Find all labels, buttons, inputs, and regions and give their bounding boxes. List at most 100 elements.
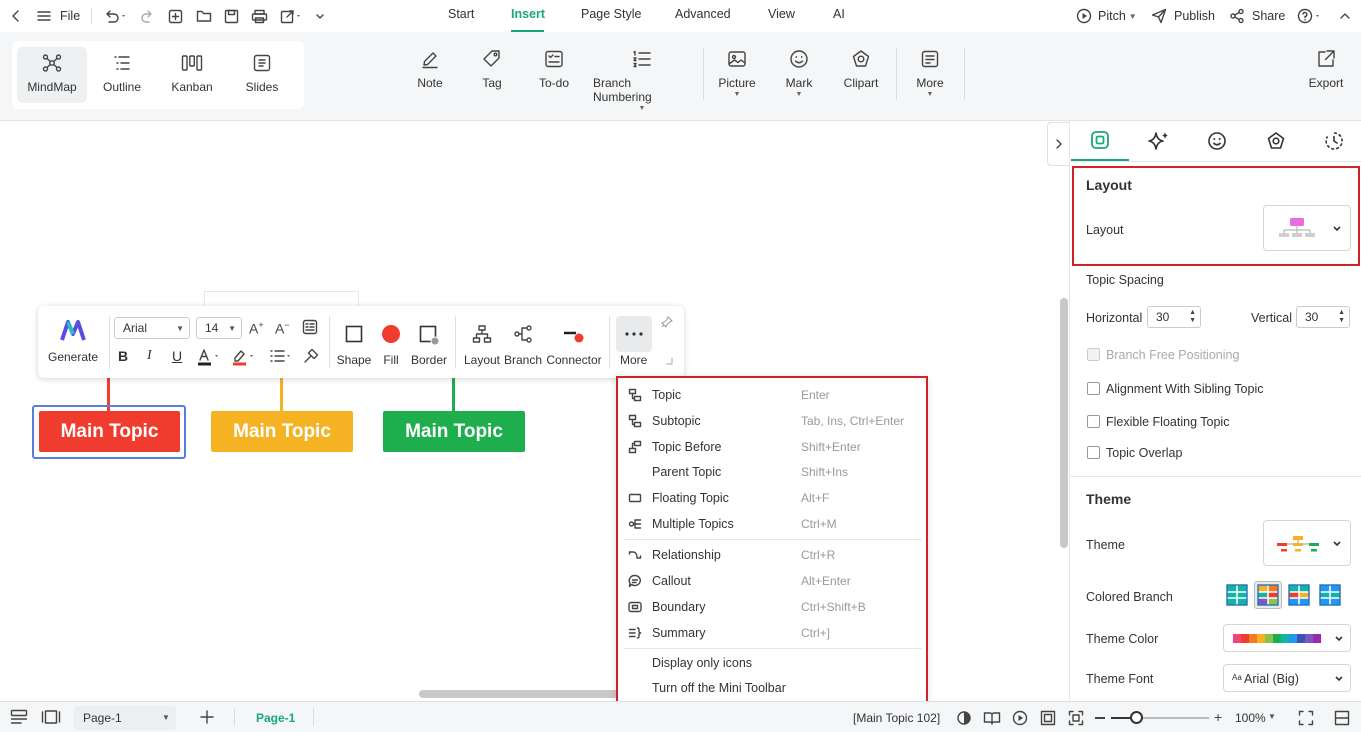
save-icon[interactable] [224,0,239,32]
shape-button[interactable]: Shape [336,324,372,367]
customize-icon[interactable] [315,0,325,32]
file-menu[interactable]: File [60,0,80,32]
theme-mode-icon[interactable] [956,710,972,726]
zoom-in-icon[interactable]: + [1214,710,1222,724]
export-button[interactable]: Export [1306,49,1346,90]
fullscreen-fit-icon[interactable] [1068,710,1084,726]
branch-numbering-button[interactable]: Branch Numbering ▼ [593,49,691,112]
horizontal-spacing-input[interactable]: 30 ▲ ▼ [1147,306,1201,328]
tab-advanced[interactable]: Advanced [675,7,731,21]
italic-icon[interactable]: I [147,348,152,364]
view-slides[interactable]: Slides [227,47,297,103]
vertical-spacing-input[interactable]: 30 ▲ ▼ [1296,306,1350,328]
horizontal-scrollbar[interactable] [419,690,619,698]
colored-branch-option-2[interactable] [1254,581,1282,609]
menu-item-relationship[interactable]: Relationship Ctrl+R [618,543,926,567]
main-topic-3[interactable]: Main Topic [383,411,525,452]
font-size-select[interactable]: 14 ▼ [196,317,242,339]
format-painter-icon[interactable] [303,348,319,364]
menu-item-multiple-topics[interactable]: Multiple Topics Ctrl+M [618,512,926,536]
share-button[interactable]: Share [1229,0,1285,32]
undo-icon[interactable] [103,0,129,32]
clipart-button[interactable]: Clipart [842,49,880,90]
menu-item-topic[interactable]: Topic Enter [618,383,926,407]
tab-ai[interactable]: AI [833,7,845,21]
border-button[interactable]: Border [410,324,448,367]
menu-item-display-only-icons[interactable]: Display only icons [618,651,926,675]
bold-icon[interactable]: B [118,348,128,364]
mark-button[interactable]: Mark ▼ [782,49,816,98]
increase-font-icon[interactable]: A+ [249,320,264,337]
view-kanban[interactable]: Kanban [157,47,227,103]
more-toolbar-button[interactable] [616,316,652,352]
view-mindmap[interactable]: MindMap [17,47,87,103]
menu-item-callout[interactable]: Callout Alt+Enter [618,569,926,593]
theme-font-select[interactable]: Aa Arial (Big) [1223,664,1351,692]
font-family-select[interactable]: Arial ▼ [114,317,190,339]
play-icon[interactable] [1012,710,1028,726]
tab-insert[interactable]: Insert [511,7,545,21]
menu-item-parent-topic[interactable]: Parent Topic Shift+Ins [618,460,926,484]
export-share-icon[interactable] [280,0,304,32]
layout-button[interactable]: Layout [463,324,501,367]
add-page-icon[interactable] [199,709,215,725]
collapse-panel-button[interactable] [1047,122,1069,166]
tab-clipart[interactable] [1247,121,1305,161]
colored-branch-option-4[interactable] [1318,583,1342,607]
decrease-font-icon[interactable]: A− [275,320,290,337]
more-button[interactable]: More ▼ [913,49,947,98]
page-panel-icon[interactable] [41,709,61,725]
pitch-button[interactable]: Pitch ▼ [1076,0,1137,32]
main-topic-1[interactable]: Main Topic [39,411,180,452]
colored-branch-option-3[interactable] [1287,583,1311,607]
publish-button[interactable]: Publish [1151,0,1215,32]
todo-button[interactable]: To-do [536,49,572,90]
list-format-icon[interactable] [269,347,295,367]
main-topic-2[interactable]: Main Topic [211,411,353,452]
pin-icon[interactable] [661,316,673,328]
tab-page-style[interactable]: Page Style [581,7,641,21]
text-format-icon[interactable] [302,319,318,335]
tab-mark[interactable] [1188,121,1246,161]
back-icon[interactable] [10,0,22,32]
tab-view[interactable]: View [768,7,795,21]
font-color-icon[interactable] [197,347,223,367]
fullscreen-icon[interactable] [1298,710,1314,726]
align-sibling-checkbox[interactable] [1087,382,1100,395]
new-file-icon[interactable] [168,0,183,32]
zoom-out-icon[interactable] [1095,717,1105,719]
menu-item-turn-off-mini-toolbar[interactable]: Turn off the Mini Toolbar [618,676,926,700]
theme-color-select[interactable] [1223,624,1351,652]
menu-item-summary[interactable]: Summary Ctrl+] [618,621,926,645]
zoom-slider-thumb[interactable] [1130,711,1143,724]
open-folder-icon[interactable] [196,0,212,32]
colored-branch-option-1[interactable] [1225,583,1249,607]
tab-format[interactable] [1071,121,1129,161]
menu-item-floating-topic[interactable]: Floating Topic Alt+F [618,486,926,510]
branch-free-checkbox[interactable] [1087,348,1100,361]
hamburger-icon[interactable] [37,0,51,32]
generate-button[interactable]: Generate [48,320,98,370]
tab-start[interactable]: Start [448,7,474,21]
help-icon[interactable] [1297,0,1325,32]
tab-history[interactable] [1305,121,1361,161]
book-view-icon[interactable] [983,710,1001,726]
layout-select[interactable] [1263,205,1351,251]
theme-select[interactable] [1263,520,1351,566]
connector-button[interactable]: Connector [544,324,604,367]
zoom-level[interactable]: 100% [1235,711,1266,725]
collapse-icon[interactable] [1339,0,1351,32]
topic-overlap-checkbox[interactable] [1087,446,1100,459]
branch-button[interactable]: Branch [504,324,542,367]
print-icon[interactable] [251,0,268,32]
note-button[interactable]: Note [413,49,447,90]
tag-button[interactable]: Tag [477,49,507,90]
tab-ai-style[interactable] [1130,121,1188,161]
vertical-scrollbar[interactable] [1060,298,1068,548]
fill-button[interactable]: Fill [377,324,405,367]
menu-item-subtopic[interactable]: Subtopic Tab, Ins, Ctrl+Enter [618,409,926,433]
page-select[interactable]: Page-1 ▼ [74,706,176,730]
menu-item-boundary[interactable]: Boundary Ctrl+Shift+B [618,595,926,619]
picture-button[interactable]: Picture ▼ [717,49,757,98]
fit-page-icon[interactable] [1040,710,1056,726]
